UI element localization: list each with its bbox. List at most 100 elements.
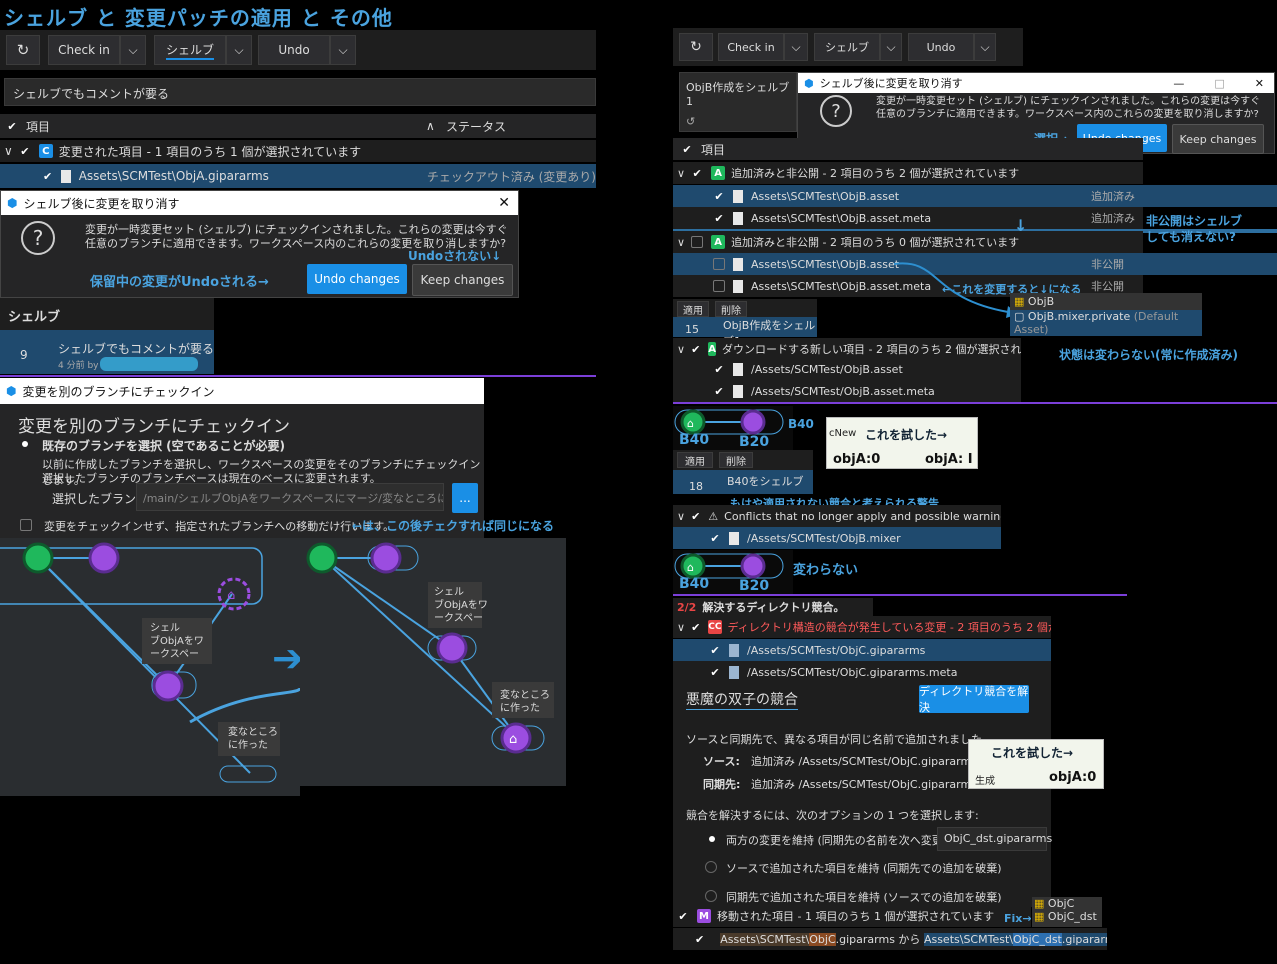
keep-changes-button[interactable]: Keep changes [412,264,513,296]
chevron-down-icon[interactable]: ∨ [677,343,685,356]
check-icon[interactable]: ✔ [677,910,689,923]
check-icon[interactable]: ✔ [42,170,53,183]
shelve-dropdown[interactable]: ⌵ [880,33,902,61]
shelve-button[interactable]: シェルブ [814,33,880,61]
checkin-button[interactable]: Check in [48,35,120,65]
step-count: 2/2 [677,600,697,614]
radio-keep-both[interactable] [709,836,715,842]
check-icon[interactable]: ✔ [691,621,700,634]
moved-file-row[interactable]: ✔ Assets\SCMTest\ ObjC .gipararms から Ass… [673,928,1107,950]
chevron-down-icon[interactable]: ∨ [677,621,685,634]
header-items[interactable]: 項目 [701,141,725,158]
branch-input[interactable]: /main/シェルブObjAをワークスペースにマージ/変なところに作った [136,483,444,511]
undo-dropdown[interactable]: ⌵ [330,35,356,65]
moved-group[interactable]: ✔ M 移動された項目 - 1 項目のうち 1 個が選択されています [673,905,1031,927]
conflicts-group[interactable]: ∨ ✔ ⚠ Conflicts that no longer apply and… [673,505,1001,527]
node-purple[interactable] [740,553,766,579]
check-icon[interactable]: ✔ [681,143,693,156]
radio-keep-src[interactable] [705,861,717,873]
right-comment-input[interactable]: ObjB作成をシェルブ1 ↺ [679,72,797,132]
resolve-dir-button[interactable]: ディレクトリ競合を解決 [919,685,1029,714]
check-icon[interactable]: ✔ [691,343,700,356]
file-row[interactable]: ✔ /Assets/SCMTest/ObjB.mixer [673,527,1001,549]
check-icon[interactable]: ✔ [19,145,31,158]
file-row[interactable]: ✔ /Assets/SCMTest/ObjC.gipararms.meta [673,661,1051,683]
shelve-button[interactable]: シェルブ [154,35,226,65]
chevron-down-icon[interactable]: ∨ [4,144,13,158]
node-purple-2[interactable] [436,632,468,664]
chevron-down-icon[interactable]: ∨ [677,167,685,180]
check-icon[interactable]: ✔ [691,510,700,523]
radio-existing[interactable] [22,441,28,447]
shelve-id: 18 [689,480,703,493]
node-green[interactable] [22,542,54,574]
file-row[interactable]: ✔ /Assets/SCMTest/ObjC.gipararms [673,639,1051,661]
group-row[interactable]: ∨ ✔ A 追加済みと非公開 - 2 項目のうち 2 個が選択されています [673,162,1143,184]
node-purple-2[interactable] [152,670,184,702]
file-icon [733,384,743,398]
browse-button[interactable]: ... [452,483,478,513]
branch-graph-left: ⌂ [0,538,300,796]
delete-button[interactable]: 削除 [719,452,753,468]
check-icon[interactable]: ✔ [713,190,725,203]
check-icon[interactable]: ✔ [713,212,725,225]
close-icon[interactable]: ✕ [1255,77,1264,90]
sort-up-icon[interactable]: ∧ [426,119,446,133]
refresh-button[interactable]: ↻ [679,33,713,61]
checkin-button[interactable]: Check in [718,33,784,61]
keep-changes-button[interactable]: Keep changes [1172,124,1264,154]
group-row[interactable]: ∨ ✔ A ダウンロードする新しい項目 - 2 項目のうち 2 個が選択されてい… [673,338,1021,360]
header-items[interactable]: 項目 [26,118,426,135]
node-green[interactable] [306,542,338,574]
check-icon[interactable]: ✔ [709,666,721,679]
file-row[interactable]: ✔ /Assets/SCMTest/ObjB.asset.meta [673,380,1021,402]
history-icon[interactable]: ↺ [686,115,695,128]
shelve-item[interactable]: 15 ObjB作成をシェルブ1 [673,317,817,348]
check-icon[interactable]: ✔ [709,532,721,545]
comment-input[interactable]: シェルブでもコメントが要る [4,78,596,106]
file-row[interactable]: ✔ Assets\SCMTest\ObjA.gipararms チェックアウト済… [0,164,596,188]
group-row[interactable]: ∨ A 追加済みと非公開 - 2 項目のうち 0 個が選択されています [673,231,1143,253]
file-row[interactable]: ✔ Assets\SCMTest\ObjB.asset.meta 追加済み [673,207,1143,229]
dir-group-row[interactable]: ∨ ✔ CC ディレクトリ構造の競合が発生している変更 - 2 項目のうち 2 … [673,616,1051,638]
file-row[interactable]: ✔ /Assets/SCMTest/ObjB.asset [673,358,1021,380]
undo-changes-button[interactable]: Undo changes [307,264,407,294]
checkbox-empty[interactable] [713,258,725,270]
delete-button[interactable]: 削除 [715,301,747,317]
chevron-down-icon[interactable]: ∨ [677,236,685,249]
check-icon[interactable]: ✔ [695,933,704,946]
undo-button[interactable]: Undo [258,35,330,65]
radio-keep-dst[interactable] [705,890,717,902]
node-purple-1[interactable] [370,542,402,574]
file-row[interactable]: ✔ Assets\SCMTest\ObjB.asset 追加済み [673,185,1277,207]
node-purple[interactable] [740,409,766,435]
checkbox-empty[interactable] [691,236,704,248]
rename-input[interactable]: ObjC_dst.gipararms [937,827,1052,851]
checkin-dropdown[interactable]: ⌵ [784,33,808,61]
chevron-down-icon[interactable]: ∨ [677,510,685,523]
apply-button[interactable]: 適用 [677,301,709,317]
close-icon[interactable]: ✕ [498,195,510,211]
checkin-dropdown[interactable]: ⌵ [120,35,146,65]
checkbox-empty[interactable] [713,280,725,292]
shelve-dropdown[interactable]: ⌵ [226,35,252,65]
check-icon[interactable]: ✔ [691,167,703,180]
opt-move-checkbox[interactable] [20,519,32,531]
node-purple-1[interactable] [88,542,120,574]
undo-dropdown[interactable]: ⌵ [974,33,996,61]
apply-button[interactable]: 適用 [677,452,713,468]
dialog-titlebar: ⬢ シェルブ後に変更を取り消す ✕ [1,191,518,215]
refresh-button[interactable]: ↻ [6,35,40,65]
unity-logo-icon: ⬢ [6,384,17,398]
group-row[interactable]: ∨ ✔ C 変更された項目 - 1 項目のうち 1 個が選択されています [0,140,596,162]
minimize-icon[interactable]: — [1173,77,1184,90]
maximize-icon[interactable]: □ [1214,77,1224,90]
check-icon[interactable]: ✔ [6,120,18,133]
check-icon[interactable]: ✔ [713,385,725,398]
undo-button[interactable]: Undo [908,33,974,61]
check-icon[interactable]: ✔ [709,644,721,657]
check-icon[interactable]: ✔ [713,363,725,376]
header-status[interactable]: ステータス [446,118,506,135]
shelve-item[interactable]: 9 シェルブでもコメントが要る 4 分前 by [0,330,214,374]
shelve-item[interactable]: 18 B40をシェルブ [673,470,813,494]
